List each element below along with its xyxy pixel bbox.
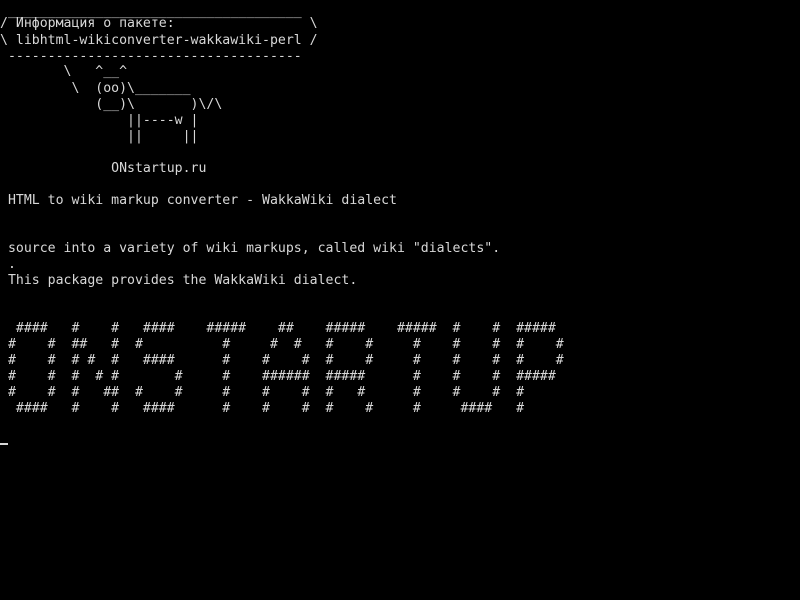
ascii-banner-row: #### # # #### ##### ## ##### ##### # # #… [0,321,556,336]
ascii-banner-row: # # ## # # # # # # # # # # # # [0,337,564,352]
cowsay-bubble-package: \ libhtml-wikiconverter-wakkawiki-perl / [0,33,318,48]
terminal-cursor[interactable] [0,443,8,445]
cow-ascii-line: \ ^__^ [0,64,128,79]
site-name: ONstartup.ru [0,161,207,176]
cow-ascii-line: || || [0,129,199,144]
ascii-banner-row: # # # # # #### # # # # # # # # # # [0,353,564,368]
cow-ascii-line: (__)\ )\/\ [0,97,223,112]
cowsay-bubble-title: / Информация о пакете: \ [0,16,318,31]
package-summary: HTML to wiki markup converter - WakkaWik… [0,193,397,208]
ascii-banner-row: # # # # # # # ###### ##### # # # ##### [0,369,556,384]
package-description-line: . [0,257,16,272]
ascii-banner-row: #### # # #### # # # # # # #### # [0,401,525,416]
package-description-line: source into a variety of wiki markups, c… [0,241,501,256]
package-description-line: This package provides the WakkaWiki dial… [0,273,358,288]
cow-ascii-line: \ (oo)\_______ [0,81,191,96]
cowsay-bubble-bottom: ------------------------------------- [0,49,310,64]
terminal-screen: _____________________________________ / … [0,0,800,600]
ascii-banner-row: # # # ## # # # # # # # # # # # [0,385,525,400]
cow-ascii-line: ||----w | [0,113,199,128]
